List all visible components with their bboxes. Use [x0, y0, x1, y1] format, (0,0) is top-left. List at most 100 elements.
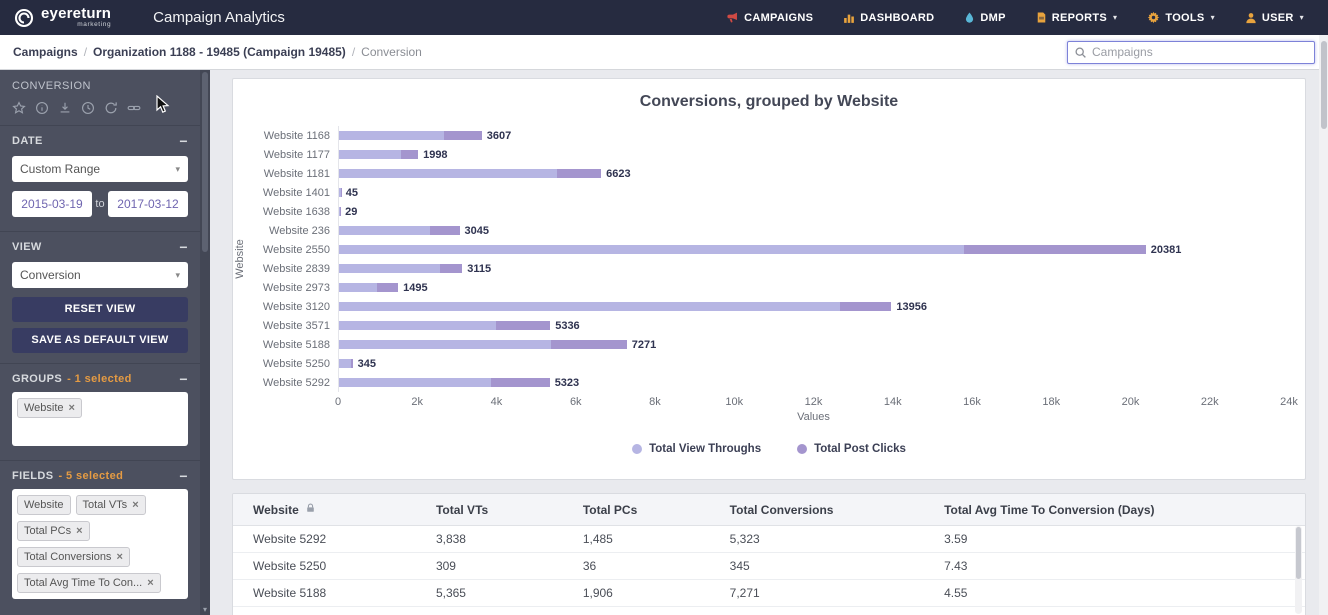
eyereturn-logo-icon [14, 8, 34, 28]
page-scrollbar-thumb[interactable] [1320, 41, 1327, 129]
x-tick-label: 10k [725, 396, 744, 408]
legend-item[interactable]: Total Post Clicks [797, 443, 906, 455]
page-scrollbar[interactable] [1319, 35, 1328, 615]
x-tick-label: 24k [1280, 396, 1298, 408]
remove-tag-icon[interactable]: × [116, 551, 122, 563]
view-throughs-bar-segment [339, 131, 444, 140]
data-table: Website Total VTs Total PCs Total Conversio… [233, 494, 1305, 615]
table-cell: 1,906 [572, 579, 720, 607]
view-throughs-bar-segment [339, 378, 491, 387]
data-table-card: Website Total VTs Total PCs Total Conversio… [232, 493, 1306, 615]
nav-item-tools[interactable]: TOOLS ▾ [1147, 11, 1215, 24]
column-header[interactable]: Total VTs [425, 494, 573, 526]
view-section: VIEW − Conversion ▾ RESET VIEW SAVE AS D… [0, 231, 200, 363]
chart-row: Website 1177 1998 [247, 145, 1289, 164]
groups-tags[interactable]: Website × [12, 392, 188, 446]
reset-view-button[interactable]: RESET VIEW [12, 297, 188, 322]
column-label: Total VTs [435, 502, 489, 517]
view-throughs-bar-segment [339, 264, 440, 273]
date-range-value: Custom Range [20, 162, 101, 176]
save-default-view-button[interactable]: SAVE AS DEFAULT VIEW [12, 328, 188, 353]
column-label: Total Conversions [729, 502, 834, 517]
column-header[interactable]: Total Avg Time To Conversion (Days) [934, 494, 1305, 526]
view-throughs-bar-segment [339, 340, 552, 349]
bar-total-label: 3607 [486, 129, 512, 142]
column-header[interactable]: Total Conversions [719, 494, 935, 526]
sidebar-scrollbar[interactable]: ▾ [200, 70, 210, 615]
tag-label: Total VTs [82, 499, 128, 511]
date-from-input[interactable] [12, 191, 92, 217]
tag-label: Website [24, 402, 64, 414]
clock-icon[interactable] [81, 101, 95, 115]
tag-website: Website × [17, 398, 82, 418]
bar-total-label: 20381 [1150, 243, 1182, 256]
view-throughs-bar-segment [339, 226, 430, 235]
view-throughs-bar-segment [339, 302, 840, 311]
brand-logo[interactable]: eyereturn marketing [14, 6, 111, 29]
collapse-date-icon[interactable]: − [179, 134, 188, 148]
breadcrumb-item[interactable]: Organization 1188 - 19485 (Campaign 1948… [93, 45, 346, 59]
breadcrumb-separator: / [83, 45, 88, 59]
chart-card: Conversions, grouped by Website Website … [232, 78, 1306, 480]
download-icon[interactable] [58, 101, 72, 115]
date-to-input[interactable] [108, 191, 188, 217]
bar-track: 5323 [338, 373, 1289, 392]
search-box[interactable] [1067, 40, 1315, 64]
scroll-down-icon[interactable]: ▾ [200, 605, 210, 614]
collapse-fields-icon[interactable]: − [179, 469, 188, 483]
app-title: Campaign Analytics [153, 9, 285, 26]
table-header-row: Website Total VTs Total PCs Total Conversio… [233, 494, 1305, 526]
chart-x-axis-title: Values [797, 411, 830, 423]
nav-item-dashboard[interactable]: DASHBOARD [843, 12, 934, 24]
collapse-view-icon[interactable]: − [179, 240, 188, 254]
fields-tags[interactable]: Website Total VTs × Total PCs × Total Convers… [12, 489, 188, 599]
remove-tag-icon[interactable]: × [76, 525, 82, 537]
tag-label: Total Avg Time To Con... [24, 577, 143, 589]
chart-row: Website 1168 3607 [247, 126, 1289, 145]
nav-label: DASHBOARD [860, 11, 935, 24]
x-tick-label: 0 [334, 396, 342, 408]
breadcrumb-item[interactable]: Campaigns [13, 45, 78, 59]
bar-track: 6623 [338, 164, 1289, 183]
column-label: Total PCs [582, 502, 638, 517]
nav-item-user[interactable]: USER ▾ [1245, 12, 1304, 24]
groups-section: GROUPS - 1 selected − Website × [0, 363, 200, 460]
remove-tag-icon[interactable]: × [147, 577, 153, 589]
info-icon[interactable] [35, 101, 49, 115]
remove-tag-icon[interactable]: × [69, 402, 75, 414]
breadcrumb: Campaigns / Organization 1188 - 19485 (Cam… [13, 45, 422, 59]
link-icon[interactable] [127, 101, 141, 115]
table-scrollbar-thumb[interactable] [1296, 527, 1301, 579]
category-label: Website 1177 [263, 148, 330, 161]
table-scrollbar[interactable] [1295, 526, 1302, 614]
post-clicks-bar-segment [377, 283, 399, 292]
nav-item-campaigns[interactable]: CAMPAIGNS [726, 11, 813, 24]
collapse-groups-icon[interactable]: − [179, 372, 188, 386]
remove-tag-icon[interactable]: × [132, 499, 138, 511]
table-cell: 5,365 [425, 579, 573, 607]
x-tick-label: 16k [963, 396, 981, 408]
bar-total-label: 1495 [403, 281, 428, 294]
column-header[interactable]: Website [233, 494, 426, 526]
column-header[interactable]: Total PCs [572, 494, 720, 526]
legend-dot [632, 444, 643, 454]
breadcrumb-bar: Campaigns / Organization 1188 - 19485 (Cam… [0, 35, 1328, 70]
category-label: Website 2550 [262, 243, 330, 256]
category-label: Website 1181 [263, 167, 330, 180]
date-range-select[interactable]: Custom Range ▾ [12, 156, 188, 182]
legend-item[interactable]: Total View Throughs [632, 443, 761, 455]
nav-item-reports[interactable]: REPORTS ▾ [1036, 11, 1118, 24]
sidebar-scrollbar-thumb[interactable] [202, 72, 208, 252]
star-icon[interactable] [12, 101, 26, 115]
view-select[interactable]: Conversion ▾ [12, 262, 188, 288]
table-row: Website 35713,9601,3765,3366.38 [233, 606, 1305, 615]
bar-total-label: 345 [357, 357, 376, 370]
x-tick-label: 8k [649, 396, 661, 408]
search-input[interactable] [1092, 45, 1308, 59]
table-cell: 1,485 [572, 525, 720, 553]
refresh-icon[interactable] [104, 101, 118, 115]
bar-total-label: 3115 [467, 262, 492, 275]
nav-item-dmp[interactable]: DMP [964, 11, 1005, 24]
tag-label: Total PCs [24, 525, 72, 537]
chevron-down-icon: ▾ [1113, 13, 1118, 22]
